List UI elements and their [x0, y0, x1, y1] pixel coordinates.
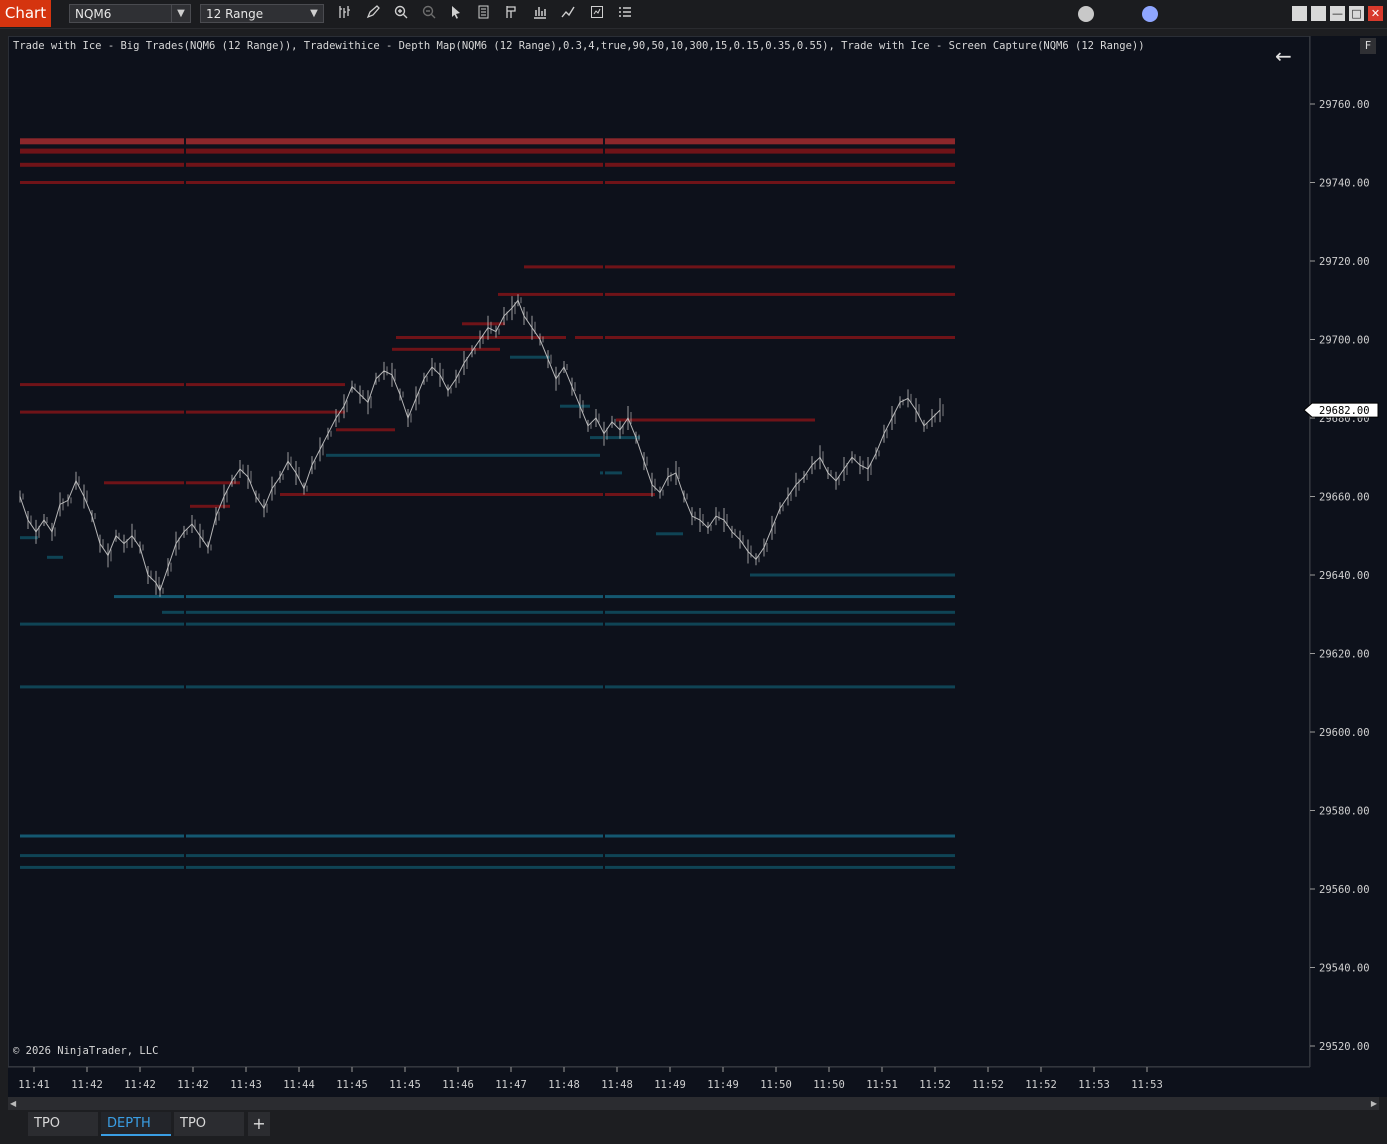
liquidity-band — [20, 181, 955, 184]
y-tick-label: 29540.00 — [1319, 963, 1370, 975]
liquidity-band — [750, 573, 955, 577]
scroll-right-icon[interactable]: ▶ — [1371, 1097, 1377, 1110]
liquidity-band — [20, 383, 345, 387]
x-tick-label: 11:48 — [548, 1079, 580, 1091]
liquidity-band — [656, 532, 683, 536]
heatmap-gap — [603, 130, 605, 880]
x-tick-label: 11:52 — [972, 1079, 1004, 1091]
liquidity-band — [326, 453, 600, 457]
chart-tab-bar: TPO DEPTH TPO + — [0, 1110, 1387, 1144]
liquidity-band — [575, 336, 955, 339]
heatmap-gap — [184, 130, 186, 880]
liquidity-band — [510, 355, 550, 359]
liquidity-band — [20, 536, 38, 540]
x-tick-label: 11:47 — [495, 1079, 527, 1091]
copyright-text: © 2026 NinjaTrader, LLC — [13, 1045, 159, 1057]
x-tick-label: 11:43 — [230, 1079, 262, 1091]
liquidity-band — [498, 292, 955, 296]
indicator-label: Trade with Ice - Big Trades(NQM6 (12 Ran… — [13, 40, 1145, 52]
liquidity-band — [20, 865, 955, 869]
liquidity-band — [47, 555, 63, 559]
x-tick-label: 11:42 — [124, 1079, 156, 1091]
x-tick-label: 11:53 — [1078, 1079, 1110, 1091]
x-tick-label: 11:49 — [654, 1079, 686, 1091]
scroll-left-icon[interactable]: ◀ — [10, 1097, 16, 1110]
x-tick-label: 11:53 — [1131, 1079, 1163, 1091]
liquidity-band — [20, 834, 955, 838]
x-tick-label: 11:42 — [71, 1079, 103, 1091]
x-tick-label: 11:49 — [707, 1079, 739, 1091]
y-tick-label: 29640.00 — [1319, 570, 1370, 582]
liquidity-band — [524, 265, 955, 269]
x-tick-label: 11:42 — [177, 1079, 209, 1091]
liquidity-band — [114, 595, 955, 599]
tab-tpo-2[interactable]: TPO — [174, 1112, 244, 1136]
y-tick-label: 29620.00 — [1319, 649, 1370, 661]
liquidity-band — [560, 404, 590, 408]
liquidity-band — [20, 622, 955, 626]
x-tick-label: 11:41 — [18, 1079, 50, 1091]
liquidity-band — [162, 610, 955, 614]
x-tick-label: 11:46 — [442, 1079, 474, 1091]
x-tick-label: 11:50 — [760, 1079, 792, 1091]
liquidity-band — [392, 347, 500, 351]
liquidity-band — [280, 493, 655, 496]
x-tick-label: 11:45 — [336, 1079, 368, 1091]
depth-chart[interactable]: 29760.0029740.0029720.0029700.0029680.00… — [0, 0, 1387, 1110]
x-tick-label: 11:45 — [389, 1079, 421, 1091]
liquidity-band — [462, 322, 505, 326]
y-tick-label: 29520.00 — [1319, 1041, 1370, 1053]
y-tick-label: 29700.00 — [1319, 335, 1370, 347]
add-tab-button[interactable]: + — [248, 1112, 270, 1136]
liquidity-band — [20, 685, 955, 689]
liquidity-band — [20, 148, 955, 154]
y-tick-label: 29600.00 — [1319, 727, 1370, 739]
x-tick-label: 11:48 — [601, 1079, 633, 1091]
liquidity-band — [104, 481, 240, 485]
liquidity-band — [590, 436, 640, 440]
liquidity-band — [336, 428, 395, 432]
x-tick-label: 11:52 — [919, 1079, 951, 1091]
y-tick-label: 29560.00 — [1319, 884, 1370, 896]
f-button[interactable]: F — [1360, 38, 1376, 54]
y-tick-label: 29660.00 — [1319, 492, 1370, 504]
x-tick-label: 11:52 — [1025, 1079, 1057, 1091]
liquidity-band — [616, 418, 815, 422]
horizontal-scrollbar[interactable]: ◀ ▶ — [8, 1097, 1379, 1110]
x-tick-label: 11:51 — [866, 1079, 898, 1091]
tab-depth[interactable]: DEPTH — [101, 1112, 171, 1136]
x-tick-label: 11:44 — [283, 1079, 315, 1091]
y-tick-label: 29760.00 — [1319, 99, 1370, 111]
y-tick-label: 29580.00 — [1319, 806, 1370, 818]
liquidity-band — [20, 410, 345, 414]
tab-tpo-1[interactable]: TPO — [28, 1112, 98, 1136]
liquidity-band — [20, 138, 955, 145]
liquidity-band — [20, 162, 955, 167]
y-tick-label: 29740.00 — [1319, 178, 1370, 190]
x-tick-label: 11:50 — [813, 1079, 845, 1091]
current-price-label: 29682.00 — [1319, 405, 1370, 417]
liquidity-band — [20, 854, 955, 858]
y-tick-label: 29720.00 — [1319, 256, 1370, 268]
back-arrow-icon[interactable]: ← — [1275, 44, 1292, 68]
